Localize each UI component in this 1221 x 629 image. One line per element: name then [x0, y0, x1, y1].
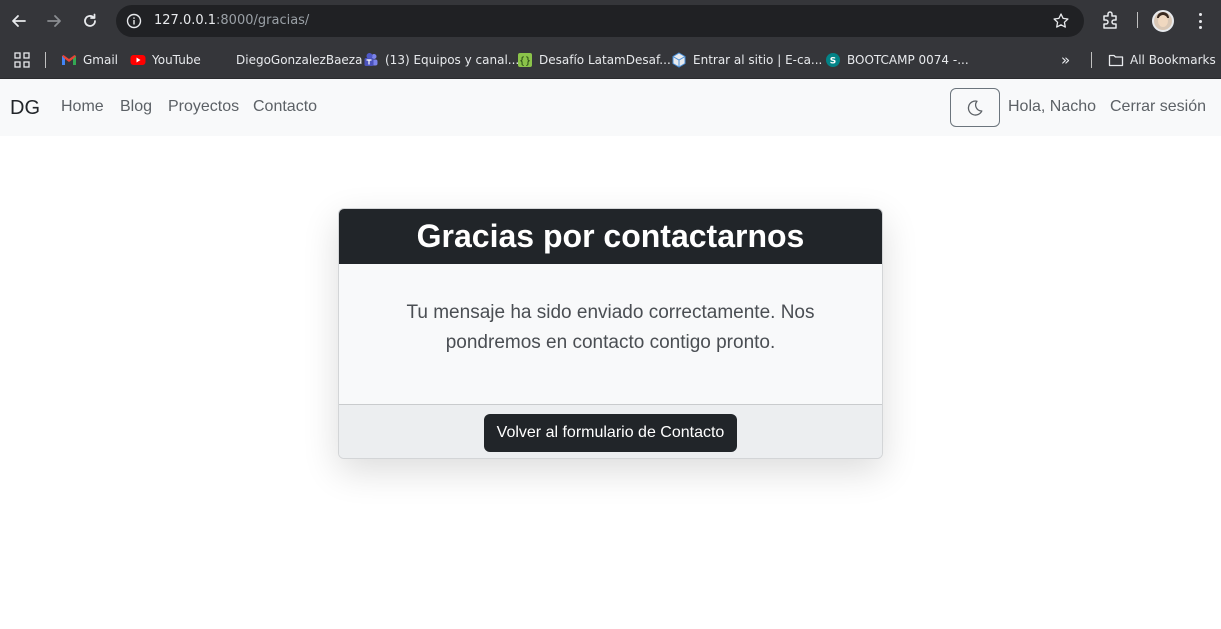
bookmark-label: DiegoGonzalezBaeza [236, 53, 363, 67]
site-cube-icon [672, 52, 686, 68]
bookmark-bootcamp[interactable]: S BOOTCAMP 0074 -... [825, 51, 969, 69]
bookmarks-overflow-button[interactable]: » [1061, 51, 1070, 69]
url-path: :8000/gracias/ [216, 13, 310, 28]
sharepoint-icon: S [826, 53, 840, 67]
bookmarks-bar: Gmail YouTube DiegoGonzalezBaeza (13) Eq… [0, 42, 1221, 79]
back-to-contact-button[interactable]: Volver al formulario de Contacto [483, 413, 738, 452]
profile-avatar[interactable] [1152, 10, 1174, 32]
blank-page-icon [214, 52, 230, 68]
nav-link-proyectos[interactable]: Proyectos [168, 98, 239, 116]
bookmark-label: Entrar al sitio | E-ca... [693, 53, 823, 67]
forward-button[interactable] [41, 8, 67, 34]
nav-link-blog[interactable]: Blog [120, 98, 152, 116]
overflow-chevron-icon: » [1061, 51, 1071, 69]
theme-toggle-button[interactable] [950, 88, 1000, 127]
card-footer: Volver al formulario de Contacto [339, 404, 882, 458]
bookmarks-divider [1091, 52, 1092, 68]
bookmark-teams[interactable]: (13) Equipos y canal... [363, 51, 519, 69]
all-bookmarks-label: All Bookmarks [1130, 53, 1216, 67]
desafio-icon: {} [518, 53, 532, 67]
bookmark-star-icon[interactable] [1052, 12, 1070, 30]
reload-button[interactable] [77, 8, 103, 34]
site-navbar: DG Home Blog Proyectos Contacto Hola, Na… [0, 79, 1221, 136]
brand-logo[interactable]: DG [10, 97, 40, 120]
bookmark-label: Gmail [83, 53, 119, 67]
card-title: Gracias por contactarnos [416, 218, 805, 254]
bookmark-label: BOOTCAMP 0074 -... [847, 53, 969, 67]
svg-text:S: S [830, 57, 836, 67]
address-bar[interactable]: 127.0.0.1:8000/gracias/ [116, 5, 1084, 37]
bookmarks-divider [45, 52, 46, 68]
extensions-icon[interactable] [1100, 10, 1120, 30]
youtube-icon [130, 55, 146, 65]
folder-icon [1108, 54, 1124, 67]
bookmark-label: (13) Equipos y canal... [385, 53, 520, 67]
toolbar-divider [1137, 12, 1138, 28]
apps-grid-icon[interactable] [14, 52, 30, 68]
browser-menu-icon[interactable] [1192, 11, 1208, 31]
bookmark-gmail[interactable]: Gmail [61, 51, 118, 69]
bookmark-youtube[interactable]: YouTube [130, 51, 201, 69]
bookmark-diegogonzalezbaeza[interactable]: DiegoGonzalezBaeza [214, 51, 362, 69]
all-bookmarks-button[interactable]: All Bookmarks [1108, 51, 1216, 69]
card-body: Tu mensaje ha sido enviado correctamente… [339, 264, 882, 404]
browser-toolbar: 127.0.0.1:8000/gracias/ [0, 0, 1221, 42]
teams-icon [364, 53, 378, 66]
nav-link-home[interactable]: Home [61, 98, 104, 116]
svg-text:{}: {} [519, 56, 531, 67]
card-header: Gracias por contactarnos [339, 209, 882, 264]
confirmation-message: Tu mensaje ha sido enviado correctamente… [406, 302, 815, 353]
bookmark-label: YouTube [152, 53, 201, 67]
bookmark-desafio[interactable]: {} Desafío LatamDesaf... [517, 51, 671, 69]
bookmark-label: Desafío LatamDesaf... [539, 53, 671, 67]
url-text[interactable]: 127.0.0.1:8000/gracias/ [154, 13, 309, 28]
arrow-left-icon [12, 15, 26, 27]
back-button[interactable] [6, 8, 32, 34]
reload-icon [84, 13, 96, 27]
thanks-card: Gracias por contactarnos Tu mensaje ha s… [338, 208, 883, 459]
logout-link[interactable]: Cerrar sesión [1110, 98, 1206, 116]
nav-link-contacto[interactable]: Contacto [253, 98, 317, 116]
bookmark-ecampus[interactable]: Entrar al sitio | E-ca... [671, 51, 822, 69]
url-host: 127.0.0.1 [154, 13, 217, 28]
arrow-right-icon [47, 15, 61, 27]
user-greeting[interactable]: Hola, Nacho [1008, 98, 1096, 116]
site-info-icon[interactable] [126, 13, 142, 29]
gmail-icon [62, 55, 76, 65]
moon-icon [967, 99, 983, 116]
